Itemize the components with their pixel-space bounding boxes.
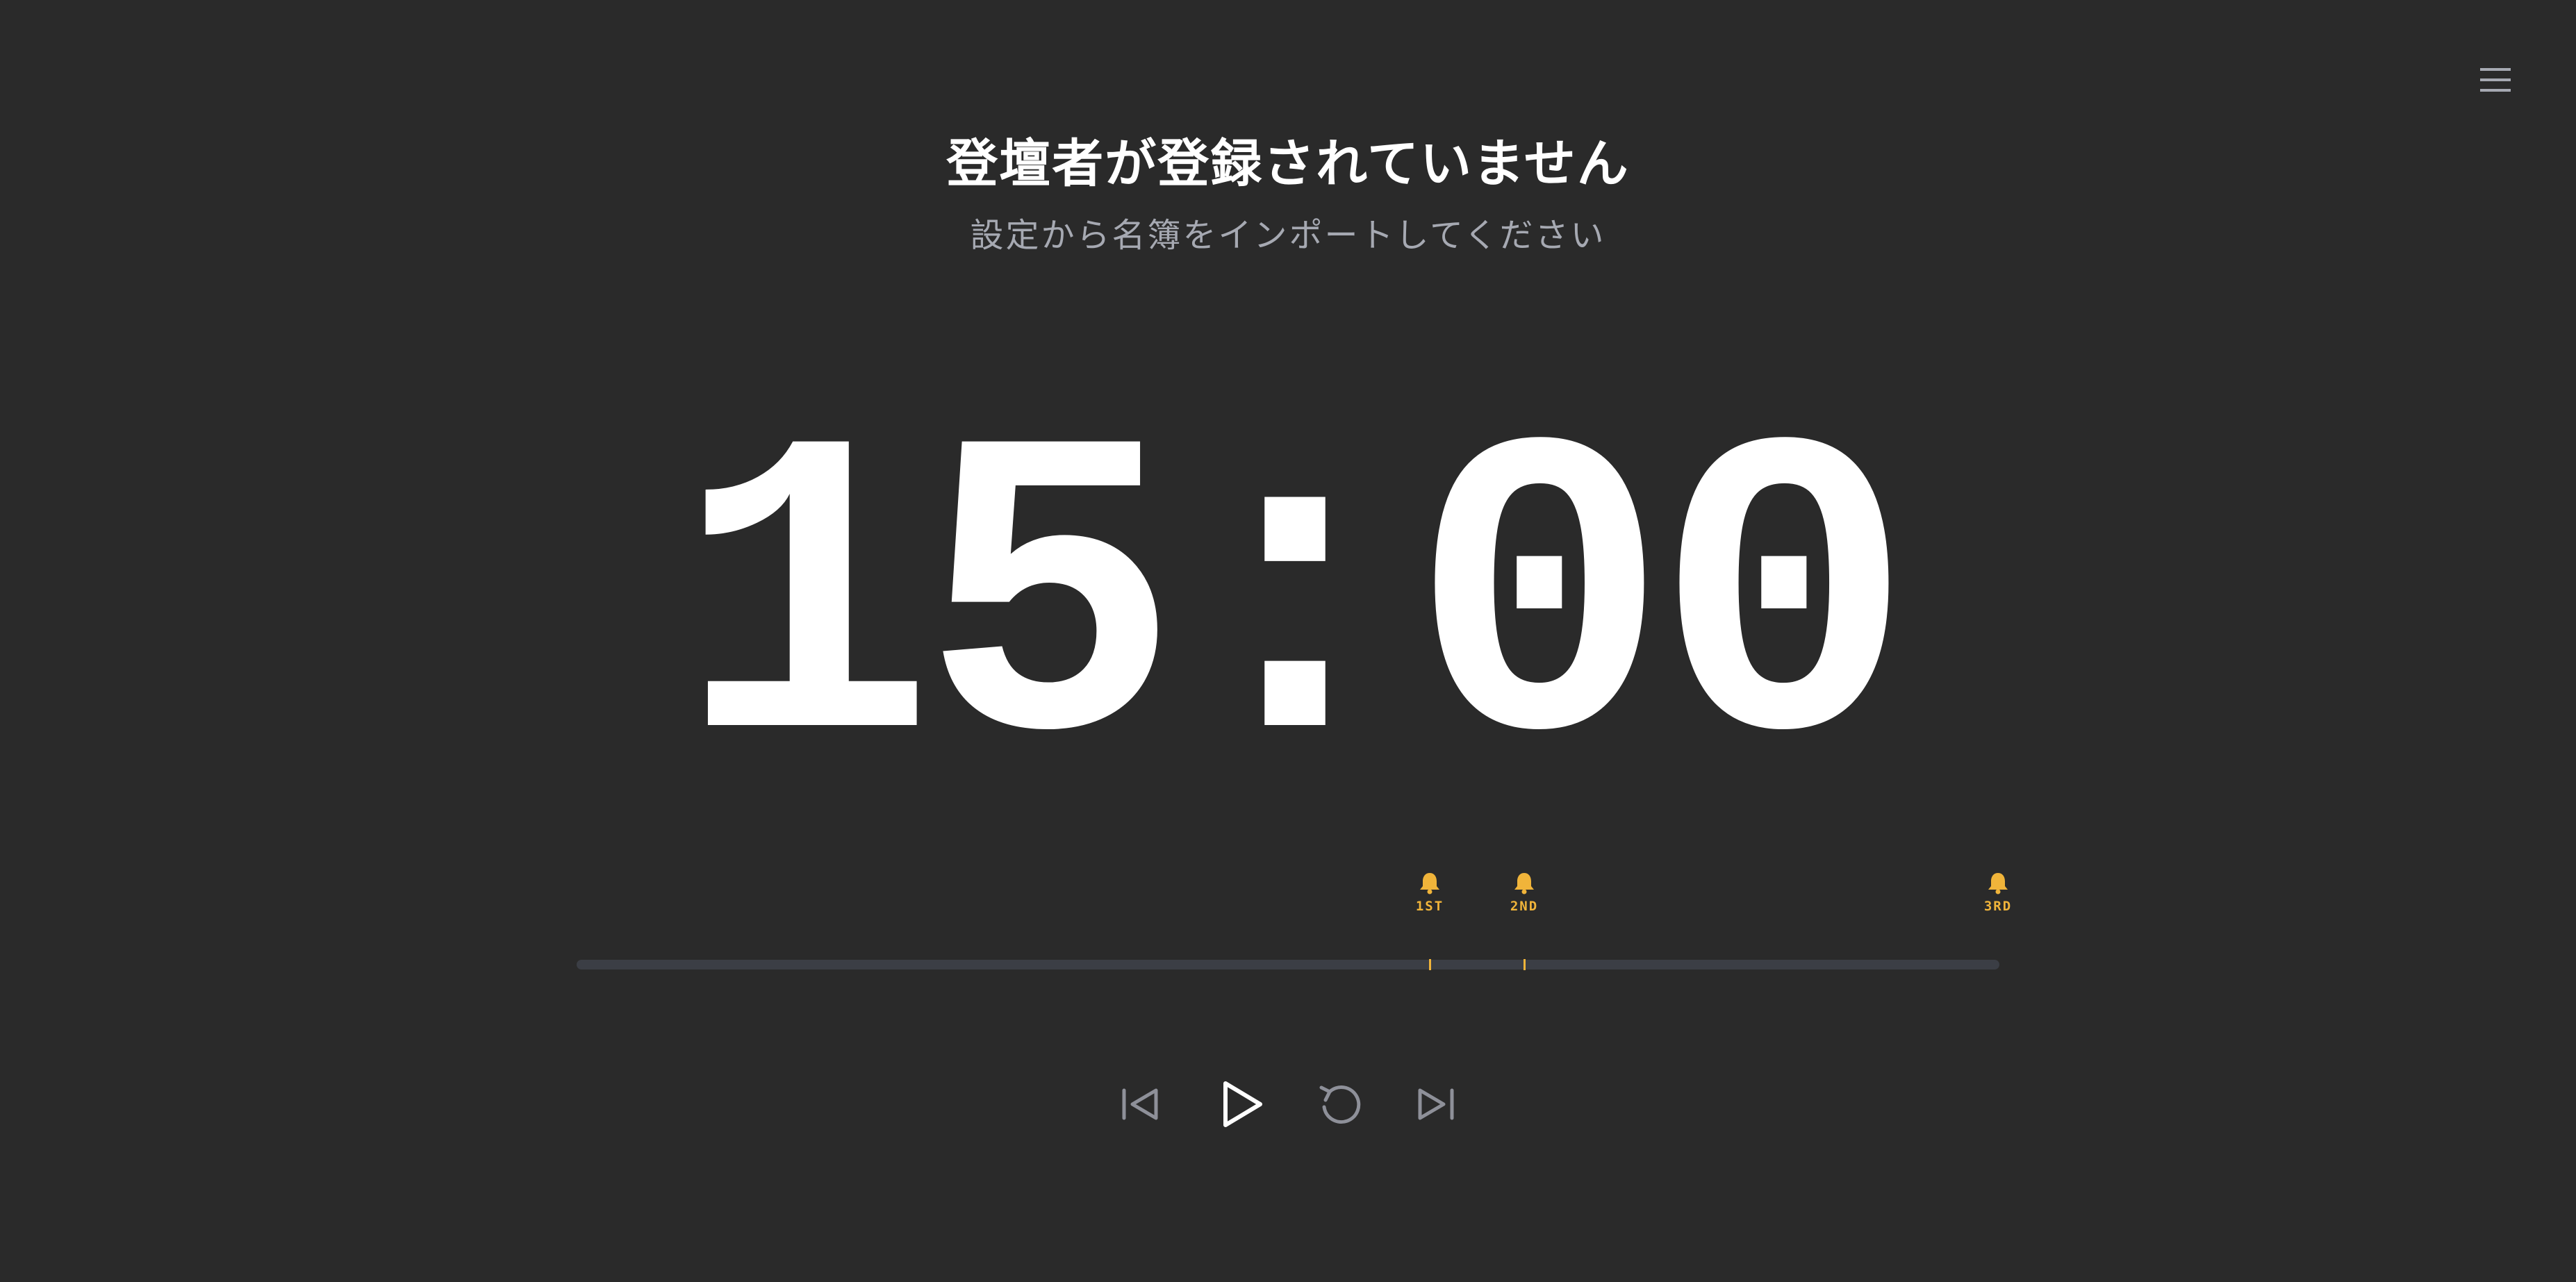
bell-label: 2ND	[1510, 899, 1539, 914]
bell-icon	[1514, 873, 1534, 894]
timer-display: 15:00	[676, 367, 1913, 855]
page-title: 登壇者が登録されていません	[946, 134, 1630, 194]
play-icon	[1223, 1081, 1262, 1127]
skip-previous-icon	[1122, 1088, 1158, 1120]
bell-marker-3rd: 3RD	[1970, 871, 2026, 914]
bell-label: 3RD	[1983, 899, 2013, 914]
bell-tick-1st	[1429, 959, 1431, 970]
next-button[interactable]	[1405, 1074, 1466, 1135]
previous-button[interactable]	[1110, 1074, 1171, 1135]
menu-icon	[2480, 68, 2511, 92]
bell-tick-2nd	[1524, 959, 1526, 970]
menu-button[interactable]	[2477, 64, 2515, 96]
page-subtitle: 設定から名簿をインポートしてください	[970, 216, 1606, 255]
skip-next-icon	[1418, 1088, 1454, 1120]
bell-marker-2nd: 2ND	[1496, 871, 1552, 914]
reset-button[interactable]	[1310, 1074, 1371, 1135]
play-button[interactable]	[1210, 1074, 1271, 1135]
progress-track[interactable]	[577, 959, 1999, 970]
bell-icon	[1988, 873, 2008, 894]
bell-marker-1st: 1ST	[1402, 871, 1458, 914]
reset-icon	[1319, 1085, 1361, 1124]
bell-label: 1ST	[1415, 899, 1444, 914]
bell-icon	[1420, 873, 1439, 894]
